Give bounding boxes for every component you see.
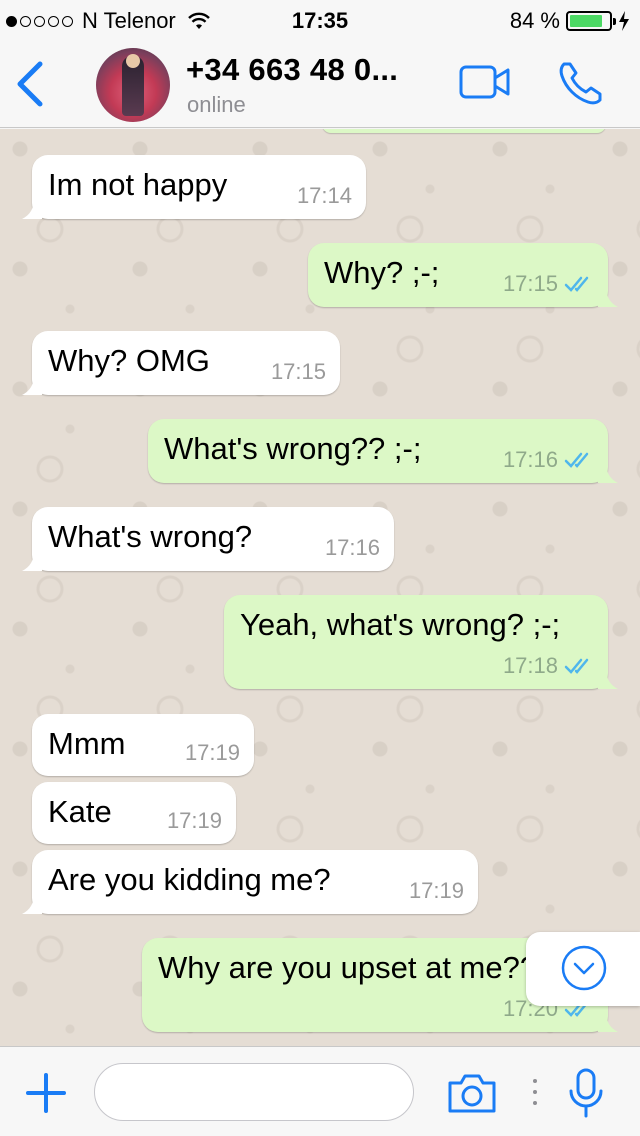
message-meta: 17:16 [325, 535, 380, 561]
message-text: Yeah, what's wrong? ;-; [240, 607, 561, 642]
bubble-tail [22, 375, 42, 395]
incoming-message[interactable]: Why? OMG 17:15 [22, 331, 340, 395]
bubble-tail [22, 551, 42, 571]
message-meta: 17:14 [297, 183, 352, 209]
incoming-message[interactable]: Kate 17:19 [32, 782, 236, 844]
double-check-icon [564, 658, 589, 674]
scroll-to-bottom-button[interactable] [526, 932, 640, 1006]
message-text: What's wrong? [48, 519, 253, 554]
outgoing-message[interactable]: Why? ;-; 17:15 [308, 243, 618, 307]
incoming-message[interactable]: Are you kidding me? 17:19 [22, 850, 478, 914]
message-text: What's wrong?? ;-; [164, 431, 422, 466]
contact-name[interactable]: +34 663 48 0... [186, 52, 398, 88]
battery-level [570, 15, 602, 27]
incoming-message[interactable]: Im not happy 17:14 [22, 155, 366, 219]
message-meta: 17:19 [185, 740, 240, 766]
message-time: 17:19 [408, 878, 464, 903]
chat-header: back +34 663 48 0... online video call [0, 40, 640, 128]
outgoing-message[interactable]: What's wrong?? ;-; 17:16 [148, 419, 618, 483]
message-text: Why? OMG [48, 343, 210, 378]
message-text: Are you kidding me? [48, 862, 331, 897]
bubble-tail [598, 669, 618, 689]
message-time: 17:15 [270, 359, 326, 384]
double-check-icon [564, 452, 589, 468]
chat-area[interactable]: Im not happy 17:14 Why? ;-; 17:15 Why? O… [0, 129, 640, 1046]
message-meta: 17:16 [503, 447, 594, 473]
incoming-message[interactable]: Mmm 17:19 [32, 714, 254, 776]
outgoing-message[interactable]: Yeah, what's wrong? ;-; 17:18 [224, 595, 618, 689]
status-bar: N Telenor 17:35 84 % [0, 0, 640, 40]
message-time: 17:15 [502, 271, 558, 296]
message-time: 17:14 [296, 183, 352, 208]
attach-button[interactable]: attach [24, 1071, 68, 1115]
message-meta: 17:15 [271, 359, 326, 385]
bubble-tail [598, 1012, 618, 1032]
back-button[interactable]: back [14, 60, 46, 108]
voice-call-button[interactable]: call [556, 58, 606, 108]
message-meta: 17:15 [503, 271, 594, 297]
microphone-button[interactable]: mic [566, 1067, 606, 1119]
previous-message-bubble [322, 129, 606, 133]
message-text: Kate [48, 794, 112, 829]
message-time: 17:16 [324, 535, 380, 560]
message-text: Why? ;-; [324, 255, 440, 290]
chevron-down-circle-icon [561, 945, 607, 991]
message-meta: 17:18 [503, 653, 594, 679]
bubble-tail [598, 287, 618, 307]
battery-percent: 84 % [509, 8, 560, 33]
message-meta: 17:19 [167, 808, 222, 834]
bubble-tail [598, 463, 618, 483]
video-call-button[interactable]: video [458, 64, 512, 100]
battery-status: 84 % [510, 8, 630, 34]
message-time: 17:19 [166, 808, 222, 833]
charging-bolt-icon [619, 11, 629, 31]
battery-icon [566, 11, 616, 31]
camera-button[interactable]: camera [446, 1071, 498, 1115]
message-text: Mmm [48, 726, 126, 761]
message-input-bar: attach camera mic [0, 1046, 640, 1136]
message-time: 17:18 [502, 653, 558, 678]
message-text: Im not happy [48, 167, 228, 202]
double-check-icon [564, 276, 589, 292]
incoming-message[interactable]: What's wrong? 17:16 [22, 507, 394, 571]
contact-status: online [187, 92, 246, 117]
avatar[interactable] [96, 48, 170, 122]
more-dots-icon [533, 1079, 537, 1105]
bubble-tail [22, 894, 42, 914]
message-input[interactable] [94, 1063, 414, 1121]
bubble-tail [22, 199, 42, 219]
message-text: Why are you upset at me?? [158, 950, 538, 985]
message-time: 17:16 [502, 447, 558, 472]
message-meta: 17:19 [409, 878, 464, 904]
message-time: 17:19 [184, 740, 240, 765]
